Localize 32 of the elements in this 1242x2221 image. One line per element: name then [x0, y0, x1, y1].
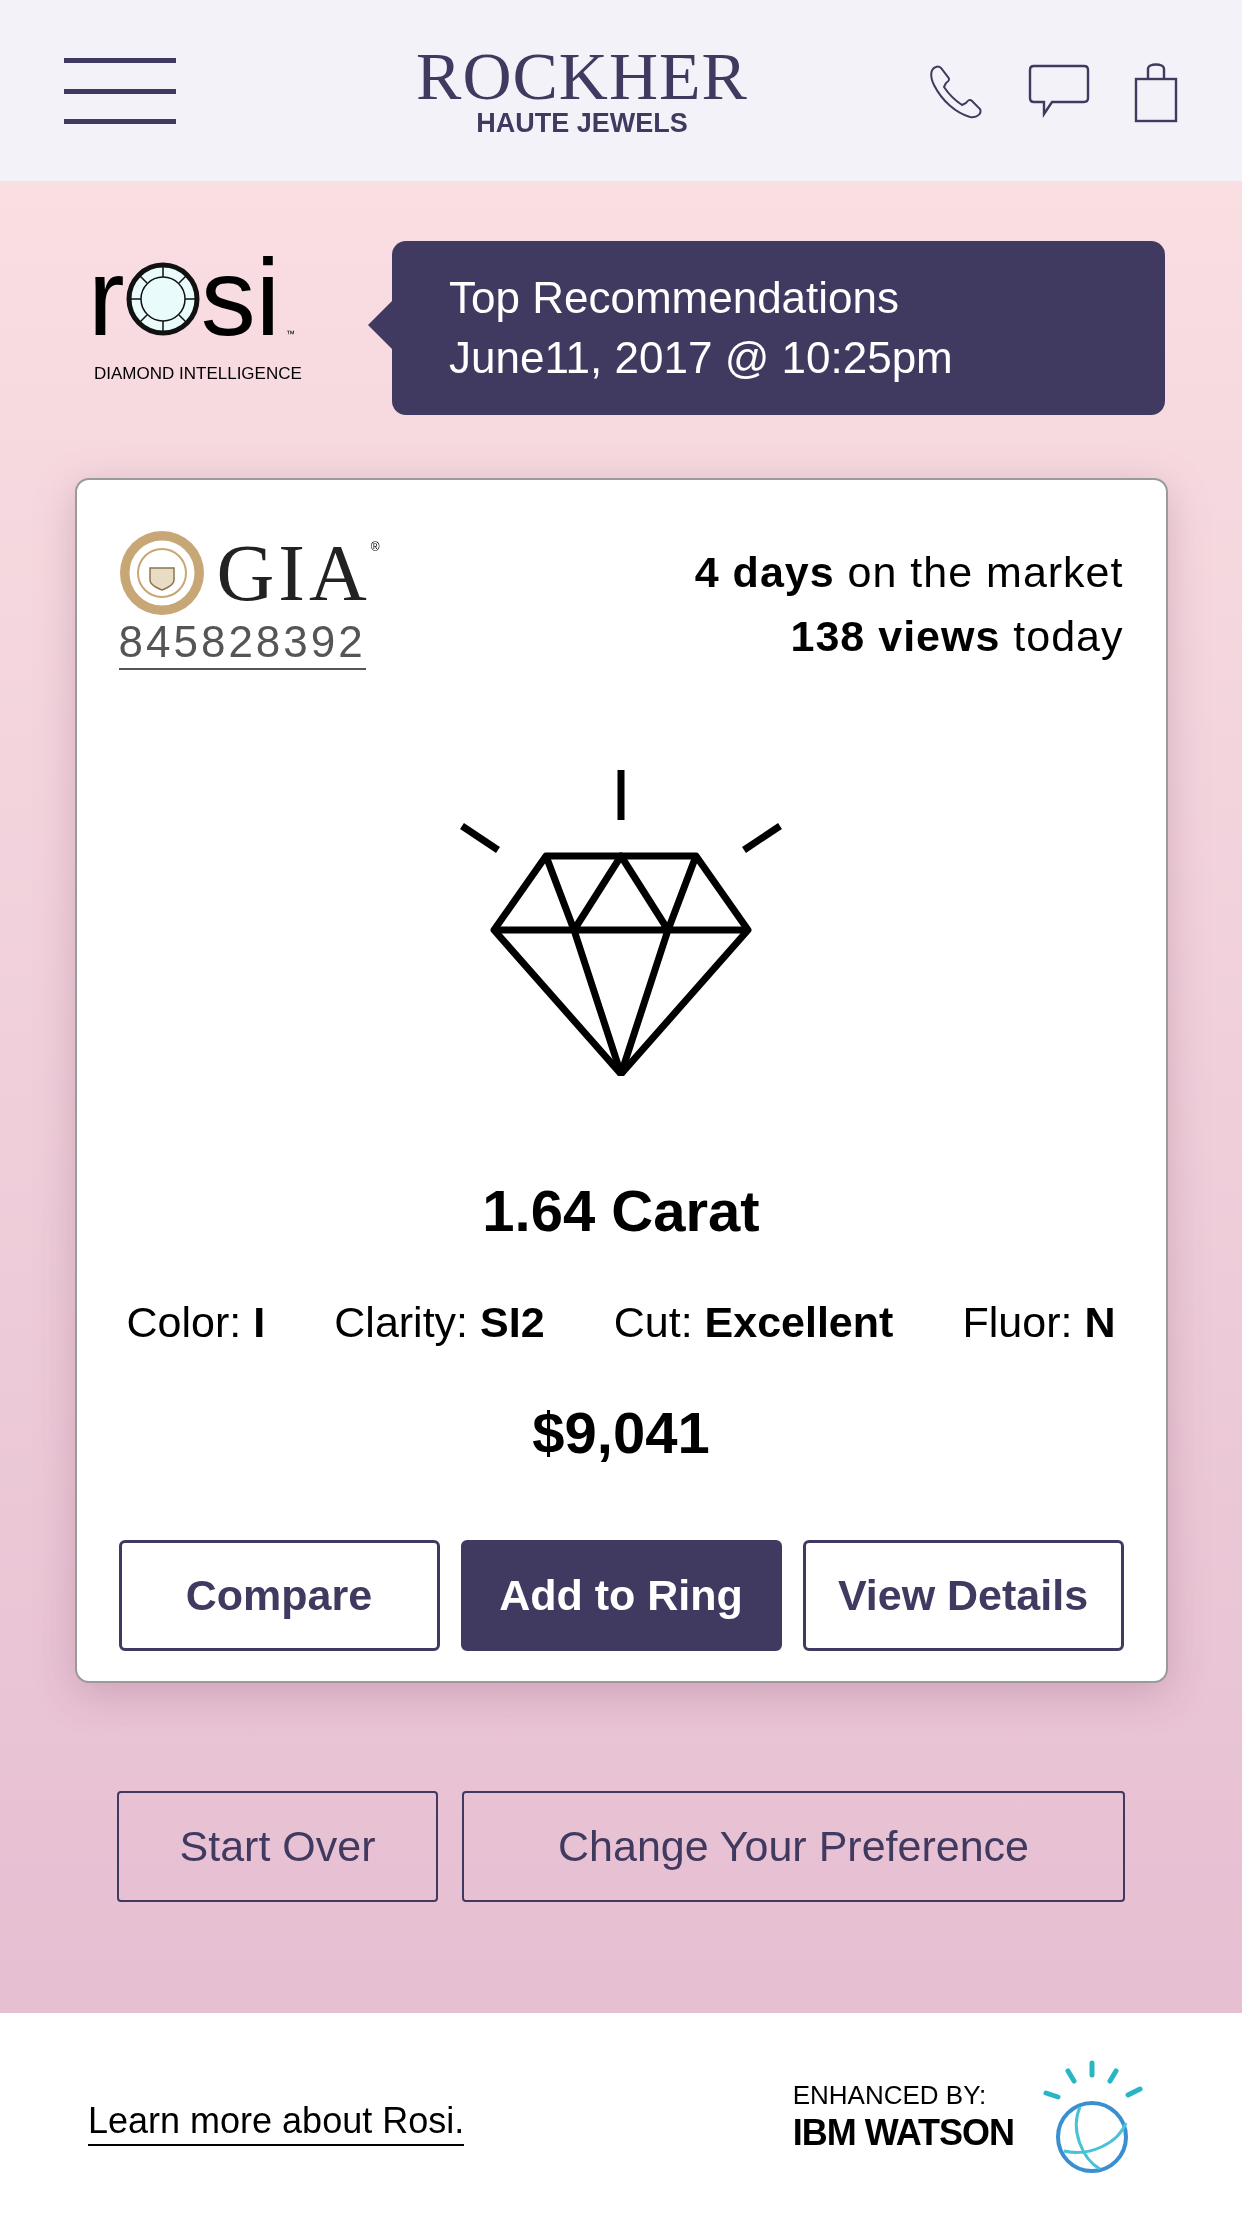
trademark: ™ — [286, 327, 296, 341]
diamond-icon — [458, 770, 784, 1076]
bubble-timestamp: June11, 2017 @ 10:25pm — [449, 332, 954, 384]
spec-text: Clarity: SI2 — [334, 1297, 545, 1348]
spec-text: Cut: Excellent — [613, 1297, 894, 1348]
partner-name: IBM WATSON — [792, 2111, 1014, 2155]
certificate-link[interactable]: 845828392 — [118, 616, 366, 670]
registered-mark: ® — [370, 539, 380, 556]
action-button[interactable]: Change Your Preference — [462, 1791, 1125, 1902]
diamond-gem-icon — [124, 261, 201, 337]
price: $9,041 — [531, 1399, 711, 1467]
spec-text: Fluor: N — [962, 1297, 1116, 1348]
card-button[interactable]: Add to Ring — [460, 1540, 782, 1651]
logo-letter: r — [88, 247, 125, 347]
brand-subtitle: HAUTE JEWELS — [476, 107, 688, 138]
card-button[interactable]: View Details — [802, 1540, 1124, 1651]
gia-logo: GIA — [216, 533, 371, 613]
enhanced-by-label: ENHANCED BY: — [792, 2079, 988, 2111]
menu-icon[interactable] — [64, 57, 176, 124]
logo-tagline: DIAMOND INTELLIGENCE — [94, 363, 303, 385]
chat-icon[interactable] — [1028, 63, 1090, 118]
carat-weight: 1.64 Carat — [481, 1177, 761, 1245]
logo-letters: si — [200, 247, 281, 347]
brand-logo[interactable]: ROCKHER — [416, 43, 748, 108]
seal-icon — [118, 530, 205, 616]
market-stat: 4 days on the market — [694, 547, 1124, 598]
bubble-title: Top Recommendations — [449, 272, 900, 324]
spec-text: Color: I — [126, 1297, 266, 1348]
market-stat: 138 views today — [790, 611, 1124, 662]
learn-more-link[interactable]: Learn more about Rosi. — [88, 2098, 465, 2146]
card-button[interactable]: Compare — [118, 1540, 440, 1651]
action-button[interactable]: Start Over — [117, 1791, 438, 1902]
